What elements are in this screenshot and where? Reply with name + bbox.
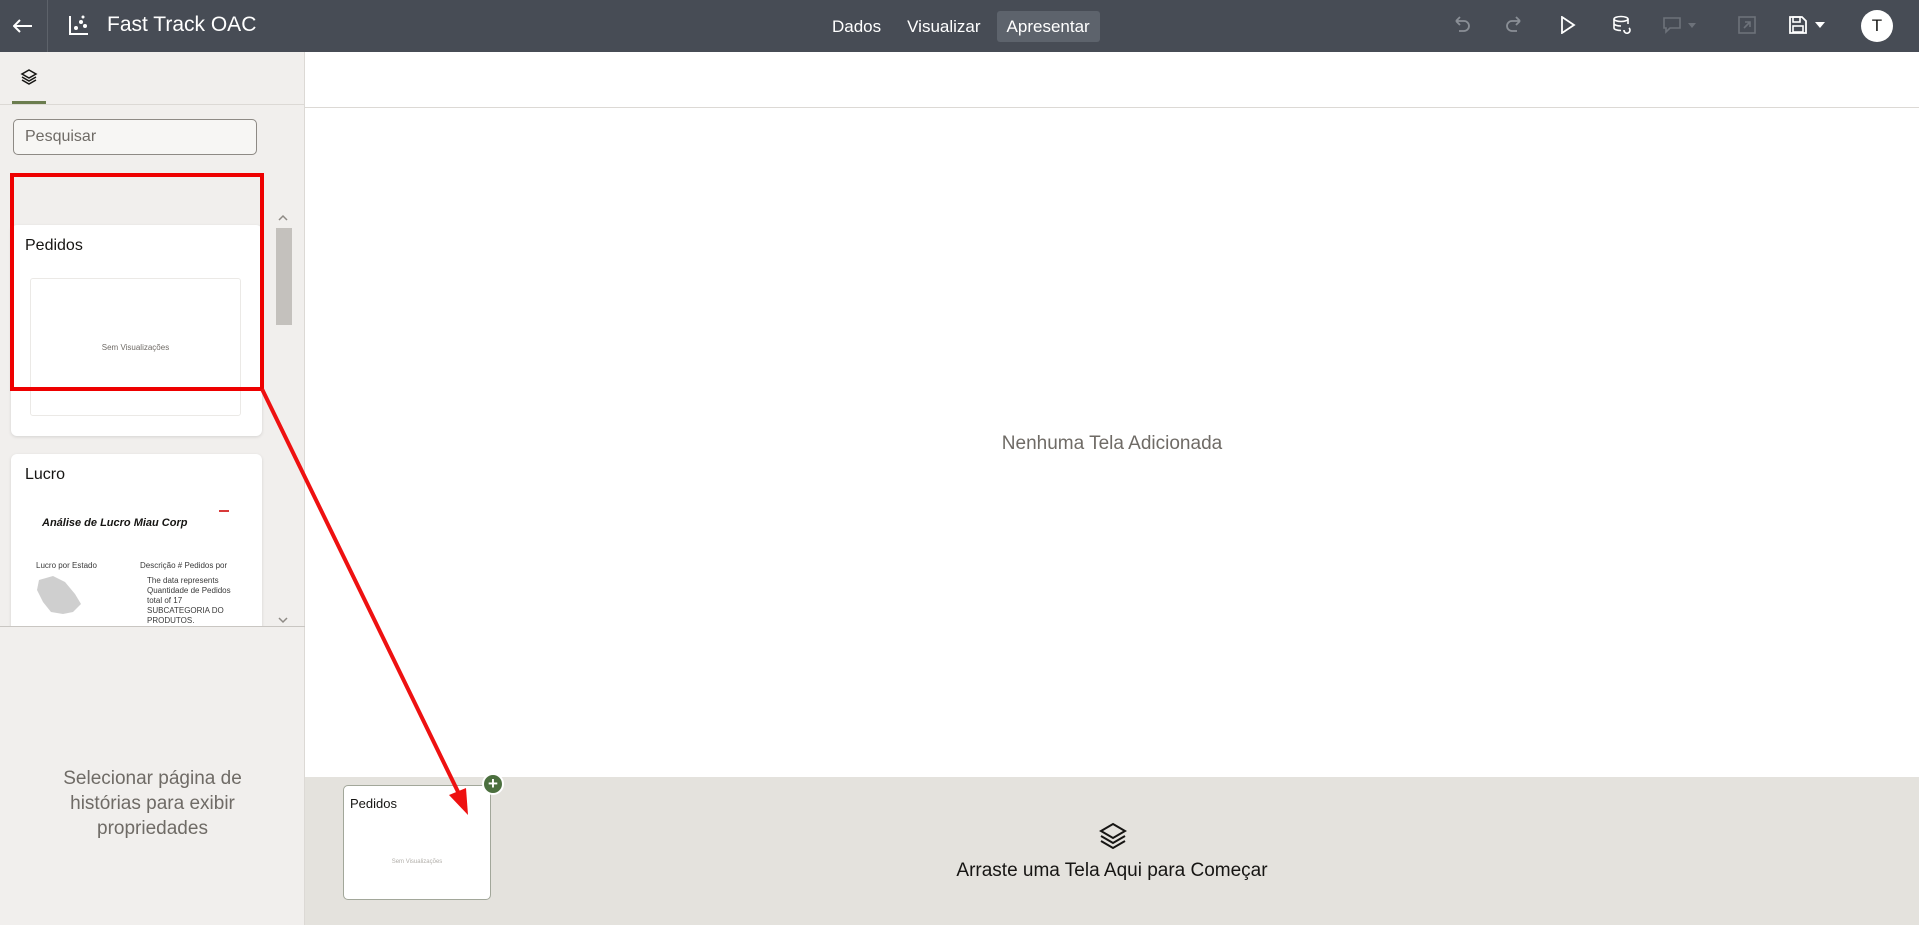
canvas-card-lucro[interactable]: Lucro Análise de Lucro Miau Corp Lucro p…	[11, 454, 262, 626]
layers-icon	[1098, 821, 1128, 851]
data-refresh-icon[interactable]	[1610, 13, 1634, 37]
add-icon: +	[482, 773, 504, 795]
tab-visualizar[interactable]: Visualizar	[897, 11, 990, 42]
play-icon[interactable]	[1556, 13, 1580, 37]
thumbnail-marker	[219, 510, 229, 512]
card-title: Lucro	[25, 466, 66, 483]
avatar[interactable]: T	[1861, 10, 1893, 42]
empty-canvas-message: Nenhuma Tela Adicionada	[1001, 433, 1223, 454]
scroll-up-icon[interactable]	[277, 210, 289, 221]
export-icon[interactable]	[1735, 13, 1759, 37]
dragged-canvas-card[interactable]: Pedidos Sem Visualizações	[343, 785, 491, 900]
redo-icon[interactable]	[1503, 13, 1527, 37]
divider	[47, 0, 48, 52]
tab-dados[interactable]: Dados	[822, 11, 891, 42]
app-title: Fast Track OAC	[107, 13, 257, 36]
search-input[interactable]	[13, 119, 257, 155]
map-thumbnail	[37, 576, 81, 614]
undo-icon[interactable]	[1449, 13, 1473, 37]
thumbnail-text: Sem Visualizações	[391, 859, 443, 865]
drop-hint: Arraste uma Tela Aqui para Começar	[956, 860, 1268, 881]
top-bar: Fast Track OAC Dados Visualizar Apresent…	[0, 0, 1919, 52]
properties-hint: Selecionar página de histórias para exib…	[63, 768, 242, 839]
workbook-icon	[68, 14, 90, 36]
divider	[0, 104, 305, 105]
thumbnail-left-label: Lucro por Estado	[36, 561, 97, 570]
highlight-box	[10, 173, 264, 391]
tab-apresentar[interactable]: Apresentar	[996, 11, 1100, 42]
page-strip[interactable]: Arraste uma Tela Aqui para Começar	[305, 777, 1919, 925]
comment-icon[interactable]	[1660, 13, 1700, 37]
scroll-down-icon[interactable]	[277, 612, 289, 624]
canvas-toolbar	[305, 52, 1919, 108]
layers-icon[interactable]	[12, 52, 46, 104]
thumbnail-right-label: Descrição # Pedidos por	[140, 561, 228, 570]
thumbnail-heading: Análise de Lucro Miau Corp	[42, 517, 188, 529]
card-thumbnail: Sem Visualizações	[350, 818, 484, 894]
divider	[0, 626, 305, 627]
story-canvas: Nenhuma Tela Adicionada	[305, 108, 1919, 777]
scrollbar-thumb[interactable]	[276, 228, 292, 325]
back-arrow-icon[interactable]	[8, 10, 38, 42]
mode-tabs: Dados Visualizar Apresentar	[822, 11, 1100, 42]
save-icon[interactable]	[1787, 13, 1831, 37]
thumbnail-description: The data represents Quantidade de Pedido…	[147, 576, 231, 625]
card-title: Pedidos	[350, 796, 397, 811]
